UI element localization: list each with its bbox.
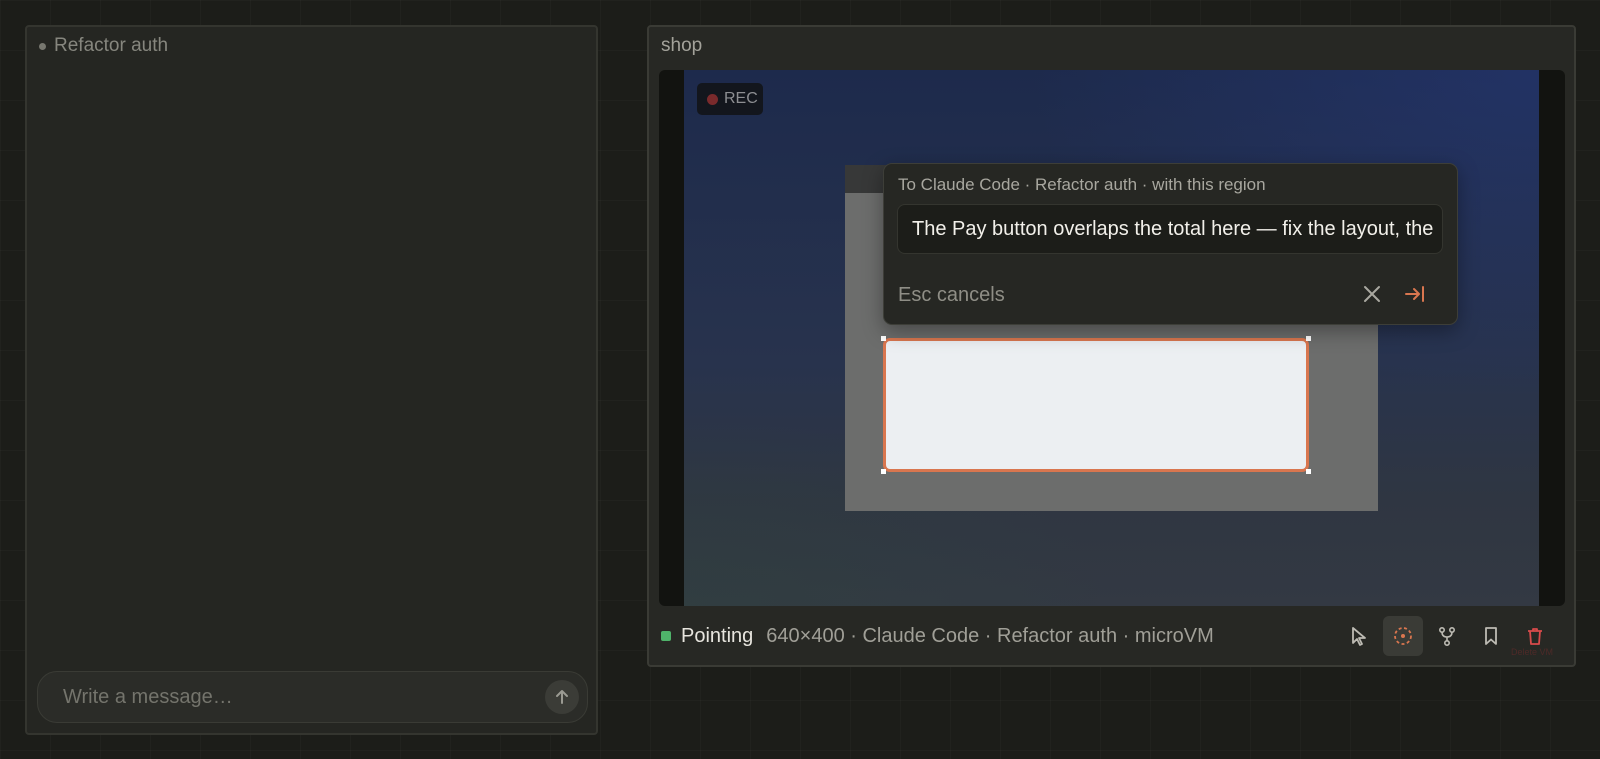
close-icon — [1364, 286, 1380, 302]
message-composer — [37, 671, 588, 723]
popover-context: To Claude Code · Refactor auth · with th… — [898, 175, 1266, 194]
vm-screen[interactable]: REC To Claude Code · Refactor auth · wit… — [659, 70, 1565, 606]
chat-title: Refactor auth — [39, 35, 168, 57]
trash-icon — [1528, 628, 1542, 645]
region-select-button[interactable] — [1383, 616, 1423, 656]
pointer-tool-button[interactable] — [1339, 616, 1379, 656]
send-to-agent-icon — [1405, 286, 1424, 302]
send-region-button[interactable] — [1402, 281, 1428, 307]
vm-title: shop — [661, 35, 703, 56]
recording-label: REC — [724, 90, 758, 107]
escape-hint: Esc cancels — [898, 284, 1005, 306]
fork-icon — [1438, 626, 1456, 647]
status-meta: 640×400 · Claude Code · Refactor auth · … — [766, 624, 1214, 647]
message-input[interactable] — [38, 685, 545, 709]
chat-title-text: Refactor auth — [54, 35, 169, 56]
bookmark-button[interactable] — [1471, 616, 1511, 656]
selected-region[interactable] — [881, 336, 1311, 474]
status-bar: Pointing 640×400 · Claude Code · Refacto… — [661, 616, 1561, 657]
delete-tooltip: Delete VM — [1510, 647, 1553, 657]
selection-handle[interactable] — [881, 336, 886, 341]
vm-desktop[interactable]: REC To Claude Code · Refactor auth · wit… — [684, 70, 1539, 606]
selection-handle[interactable] — [1306, 469, 1311, 474]
region-select-icon — [1394, 627, 1412, 645]
session-status-dot — [39, 42, 46, 50]
send-arrow-icon — [556, 690, 568, 704]
recording-dot — [707, 93, 718, 105]
selection-handle[interactable] — [1306, 336, 1311, 341]
cancel-button[interactable] — [1359, 281, 1385, 307]
recording-badge: REC — [697, 83, 763, 115]
region-message-popover: To Claude Code · Refactor auth · with th… — [883, 163, 1458, 325]
vm-toolbar: Delete VM — [1335, 616, 1555, 657]
status-state: Pointing — [681, 624, 754, 647]
region-message-text: The Pay button overlaps the total here —… — [912, 218, 1434, 240]
vm-panel: shop REC To Claude Code · Refactor auth … — [647, 25, 1576, 667]
status-indicator — [661, 631, 671, 641]
cursor-icon — [1352, 627, 1366, 646]
chat-panel: Refactor auth — [25, 25, 598, 735]
bookmark-icon — [1485, 627, 1497, 645]
selection-handle[interactable] — [881, 469, 886, 474]
send-button[interactable] — [545, 680, 579, 714]
region-message-input[interactable]: The Pay button overlaps the total here —… — [897, 204, 1443, 254]
fork-button[interactable] — [1427, 616, 1467, 656]
